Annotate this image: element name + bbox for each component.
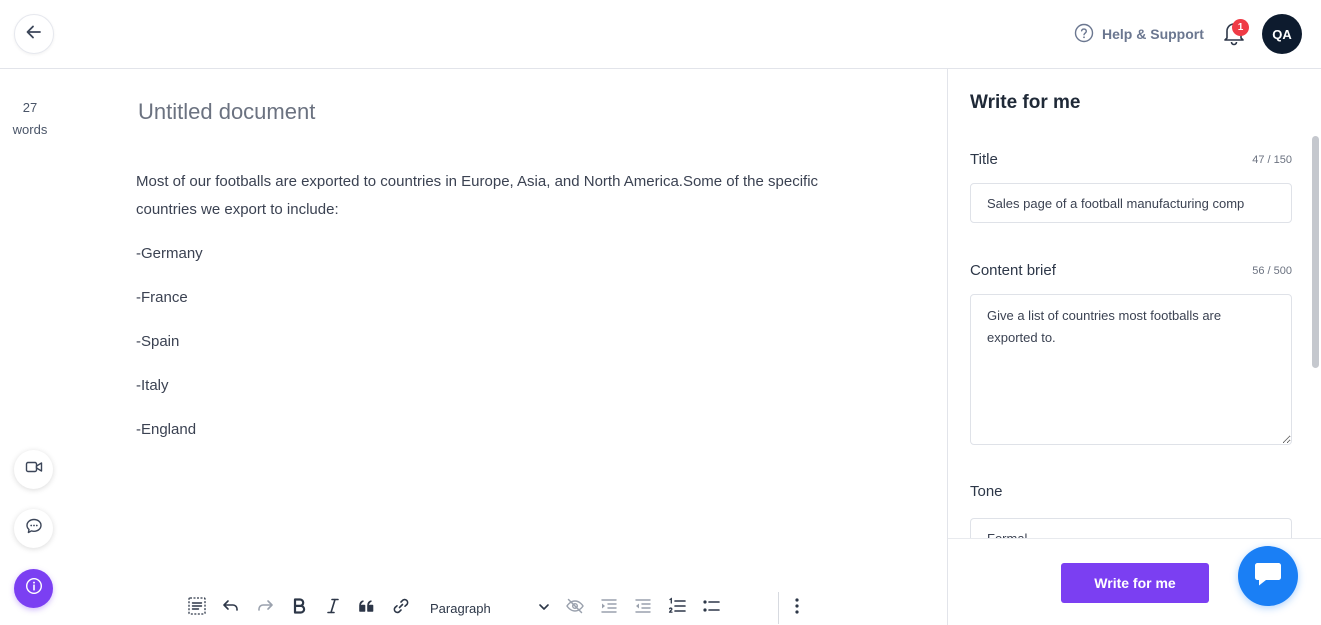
more-vertical-icon [794, 597, 800, 620]
bold-button[interactable] [282, 592, 316, 624]
select-all-button[interactable] [180, 592, 214, 624]
content-brief-textarea[interactable]: Give a list of countries most footballs … [970, 294, 1292, 445]
tone-label: Tone [970, 483, 1003, 500]
quote-icon [357, 596, 377, 621]
block-style-label: Paragraph [430, 600, 491, 616]
paragraph[interactable]: -England [136, 416, 826, 444]
info-icon [25, 577, 43, 600]
chat-icon [1252, 559, 1284, 594]
paragraph[interactable]: -France [136, 284, 826, 312]
content-brief-label: Content brief [970, 262, 1056, 279]
comments-button[interactable] [14, 509, 53, 548]
block-style-select[interactable]: Paragraph [418, 592, 558, 624]
indent-icon [599, 596, 619, 621]
paragraph[interactable]: -Germany [136, 240, 826, 268]
redo-button[interactable] [248, 592, 282, 624]
paragraph[interactable]: -Spain [136, 328, 826, 356]
write-for-me-panel: Write for me Title 47 / 150 Content brie… [947, 69, 1321, 625]
numbered-list-icon [667, 596, 687, 621]
link-icon [391, 596, 411, 621]
more-options-button[interactable] [786, 592, 808, 624]
toolbar-divider [778, 592, 779, 624]
video-button[interactable] [14, 450, 53, 489]
back-button[interactable] [14, 14, 54, 54]
word-count: 27 words [0, 97, 60, 141]
chat-bubble-icon [25, 517, 43, 540]
document-editor[interactable]: Most of our footballs are exported to co… [136, 168, 826, 460]
question-circle-icon [1074, 23, 1094, 46]
title-char-count: 47 / 150 [1252, 154, 1292, 166]
undo-button[interactable] [214, 592, 248, 624]
top-header: Help & Support 1 QA [0, 0, 1321, 69]
title-label: Title [970, 151, 998, 168]
avatar[interactable]: QA [1262, 14, 1302, 54]
arrow-left-icon [24, 22, 44, 47]
bullet-list-button[interactable] [694, 592, 728, 624]
italic-icon [323, 596, 343, 621]
paragraph[interactable]: Most of our footballs are exported to co… [136, 168, 826, 224]
help-support-link[interactable]: Help & Support [1074, 23, 1204, 45]
bold-icon [289, 596, 309, 621]
panel-scrollbar[interactable] [1312, 136, 1319, 368]
chat-support-button[interactable] [1238, 546, 1298, 606]
outdent-button[interactable] [626, 592, 660, 624]
document-title[interactable]: Untitled document [138, 99, 315, 125]
notification-badge: 1 [1232, 19, 1249, 36]
eye-off-icon [565, 596, 585, 621]
chevron-down-icon [538, 601, 550, 616]
help-support-label: Help & Support [1102, 26, 1204, 42]
redo-icon [255, 596, 275, 621]
quote-button[interactable] [350, 592, 384, 624]
undo-icon [221, 596, 241, 621]
title-input[interactable] [970, 183, 1292, 223]
numbered-list-button[interactable] [660, 592, 694, 624]
bullet-list-icon [701, 596, 721, 621]
write-for-me-button[interactable]: Write for me [1061, 563, 1209, 603]
select-all-icon [187, 596, 207, 621]
word-count-number: 27 [22, 100, 38, 115]
italic-button[interactable] [316, 592, 350, 624]
info-button[interactable] [14, 569, 53, 608]
link-button[interactable] [384, 592, 418, 624]
panel-title: Write for me [970, 92, 1081, 113]
hide-button[interactable] [558, 592, 592, 624]
indent-button[interactable] [592, 592, 626, 624]
outdent-icon [633, 596, 653, 621]
video-camera-icon [25, 458, 43, 481]
paragraph[interactable]: -Italy [136, 372, 826, 400]
editor-toolbar: Paragraph [180, 592, 728, 624]
word-count-unit: words [12, 122, 48, 137]
content-brief-char-count: 56 / 500 [1252, 265, 1292, 277]
